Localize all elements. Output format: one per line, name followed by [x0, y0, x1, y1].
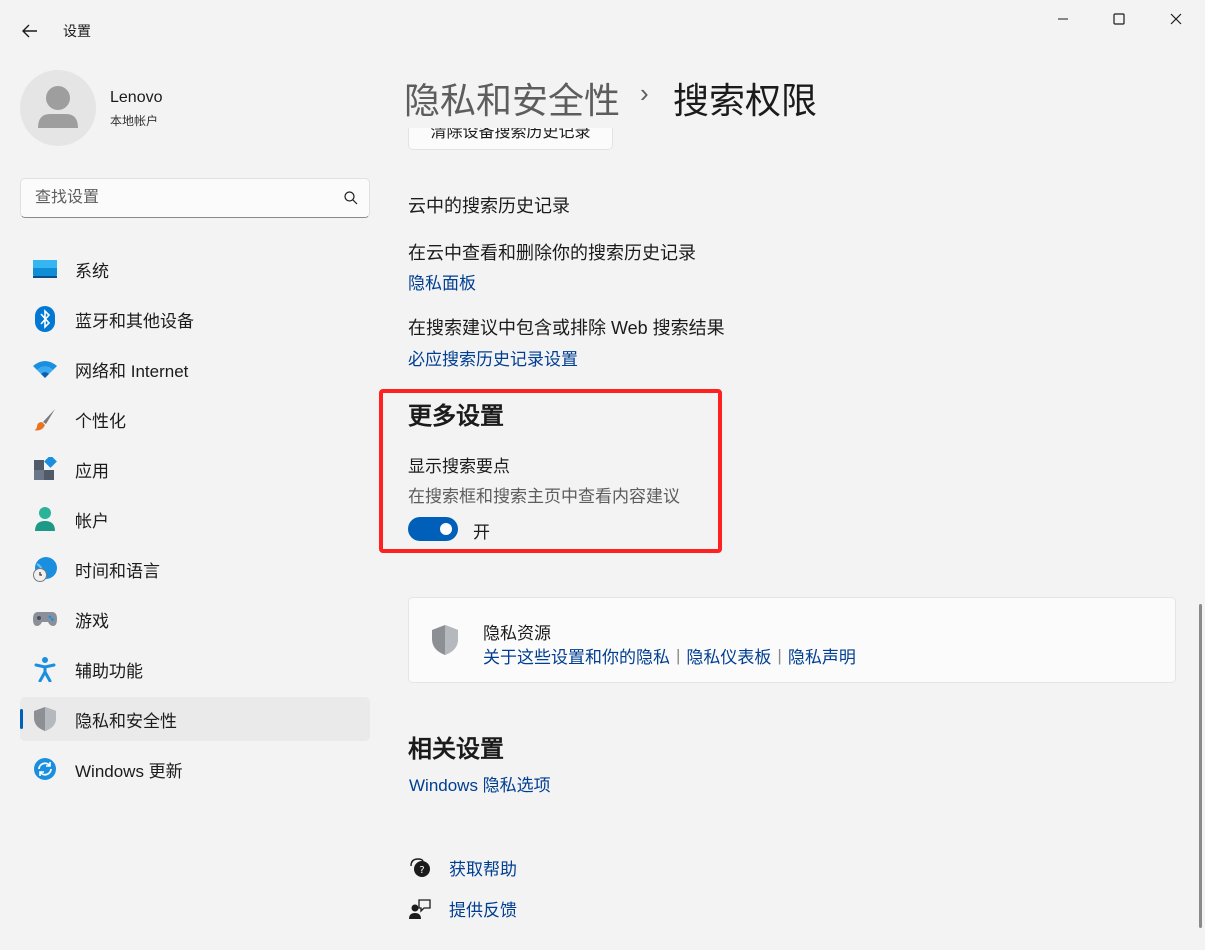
- nav-label: Windows 更新: [75, 761, 183, 781]
- maximize-button[interactable]: [1091, 4, 1147, 34]
- account-type: 本地帐户: [110, 114, 159, 128]
- nav-label: 应用: [75, 461, 109, 481]
- nav-item-time-language[interactable]: 时间和语言: [20, 547, 370, 591]
- back-arrow-icon: [22, 24, 37, 38]
- update-icon: [32, 756, 58, 782]
- nav-label: 游戏: [75, 611, 109, 631]
- monitor-icon: [32, 256, 58, 282]
- nav-label: 时间和语言: [75, 561, 160, 581]
- nav-item-network[interactable]: 网络和 Internet: [20, 347, 370, 391]
- minimize-icon: [1058, 18, 1068, 20]
- search-box[interactable]: [20, 178, 370, 218]
- help-icon: ?: [408, 856, 432, 880]
- search-input[interactable]: [35, 189, 343, 207]
- scrollbar-thumb[interactable]: [1199, 604, 1202, 928]
- nav-label: 蓝牙和其他设备: [75, 311, 194, 331]
- nav-label: 个性化: [75, 411, 126, 431]
- feedback-row[interactable]: 提供反馈: [408, 896, 517, 921]
- svg-text:?: ?: [419, 865, 424, 876]
- app-title: 设置: [63, 23, 91, 39]
- web-results-text: 在搜索建议中包含或排除 Web 搜索结果: [408, 318, 725, 338]
- nav-item-apps[interactable]: 应用: [20, 447, 370, 491]
- search-icon[interactable]: [343, 190, 359, 206]
- breadcrumb-separator: ›: [640, 78, 649, 108]
- accessibility-icon: [32, 656, 58, 682]
- breadcrumb-parent[interactable]: 隐私和安全性: [404, 72, 620, 124]
- privacy-resources-links: 关于这些设置和你的隐私 | 隐私仪表板 | 隐私声明: [483, 643, 856, 668]
- person-icon: [32, 506, 58, 532]
- bluetooth-icon: [32, 306, 58, 332]
- link-separator: |: [676, 645, 681, 665]
- maximize-icon: [1113, 13, 1125, 25]
- close-button[interactable]: [1148, 4, 1204, 34]
- nav-label: 辅助功能: [75, 661, 143, 681]
- privacy-resources-title: 隐私资源: [483, 624, 551, 643]
- nav-item-accessibility[interactable]: 辅助功能: [20, 647, 370, 691]
- wifi-icon: [32, 356, 58, 382]
- nav-item-windows-update[interactable]: Windows 更新: [20, 747, 370, 791]
- user-name: Lenovo: [110, 89, 163, 106]
- page-title: 搜索权限: [673, 80, 818, 121]
- avatar[interactable]: [20, 70, 96, 146]
- nav-item-gaming[interactable]: 游戏: [20, 597, 370, 641]
- highlight-box: [379, 389, 722, 553]
- active-indicator: [20, 709, 23, 729]
- gamepad-icon: [32, 606, 58, 632]
- user-avatar-icon: [38, 86, 78, 128]
- globe-clock-icon: [32, 556, 58, 582]
- get-help-row[interactable]: ? 获取帮助: [408, 855, 517, 880]
- back-button[interactable]: [12, 16, 48, 46]
- nav-item-bluetooth[interactable]: 蓝牙和其他设备: [20, 297, 370, 341]
- nav-item-personalization[interactable]: 个性化: [20, 397, 370, 441]
- windows-privacy-options-link[interactable]: Windows 隐私选项: [409, 771, 551, 796]
- shield-icon: [430, 624, 460, 656]
- related-settings-heading: 相关设置: [408, 736, 504, 763]
- get-help-link[interactable]: 获取帮助: [449, 855, 517, 880]
- close-icon: [1170, 13, 1182, 25]
- link-separator: |: [777, 645, 782, 665]
- privacy-dashboard-card-link[interactable]: 隐私仪表板: [686, 643, 771, 668]
- about-settings-privacy-link[interactable]: 关于这些设置和你的隐私: [483, 643, 670, 668]
- cloud-history-heading: 云中的搜索历史记录: [408, 196, 570, 216]
- privacy-dashboard-link[interactable]: 隐私面板: [408, 269, 476, 294]
- brush-icon: [32, 406, 58, 432]
- nav-label: 隐私和安全性: [75, 711, 177, 731]
- nav-item-privacy-security[interactable]: 隐私和安全性: [20, 697, 370, 741]
- shield-icon: [32, 706, 58, 732]
- nav-label: 帐户: [75, 511, 109, 531]
- nav-label: 系统: [75, 261, 109, 281]
- cloud-view-text: 在云中查看和删除你的搜索历史记录: [408, 243, 696, 263]
- feedback-link[interactable]: 提供反馈: [449, 896, 517, 921]
- apps-icon: [32, 456, 58, 482]
- feedback-icon: [408, 897, 432, 921]
- nav-item-system[interactable]: 系统: [20, 247, 370, 291]
- nav-label: 网络和 Internet: [75, 361, 189, 381]
- privacy-statement-link[interactable]: 隐私声明: [788, 643, 856, 668]
- minimize-button[interactable]: [1035, 4, 1091, 34]
- nav-item-accounts[interactable]: 帐户: [20, 497, 370, 541]
- bing-history-link[interactable]: 必应搜索历史记录设置: [408, 345, 578, 370]
